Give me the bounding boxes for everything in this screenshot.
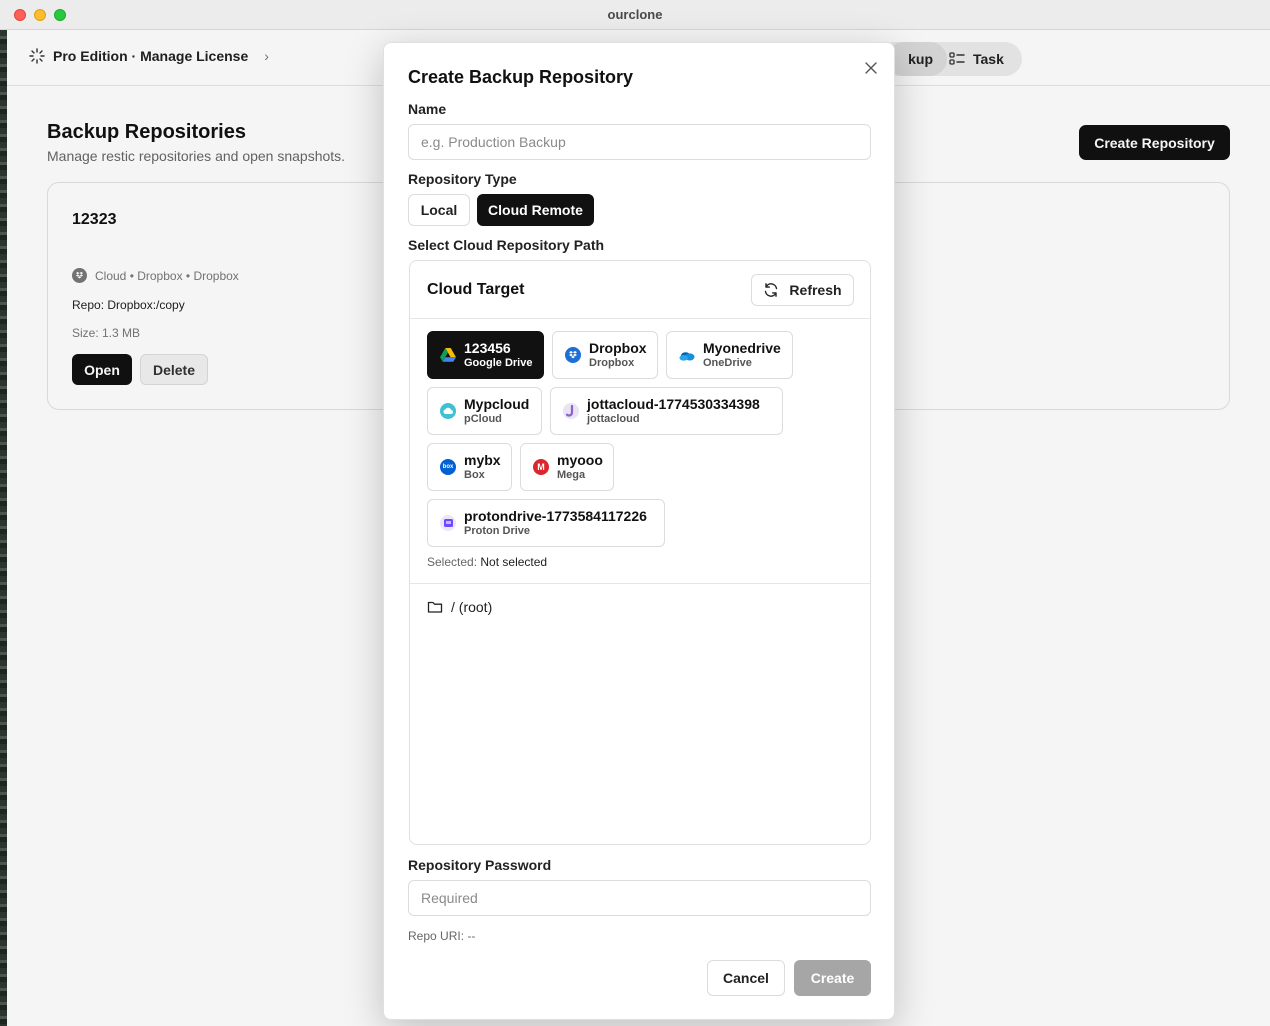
pcloud-icon [440, 403, 456, 419]
remote-name: mybx [464, 452, 501, 468]
create-repository-dialog: Create Backup Repository Name Repository… [383, 42, 895, 1020]
selected-value: Not selected [480, 555, 548, 569]
cloud-path-label: Select Cloud Repository Path [408, 237, 605, 253]
remote-name: Mypcloud [464, 396, 530, 412]
remote-name: Dropbox [589, 340, 647, 356]
remote-protondrive[interactable]: protondrive-1773584117226 Proton Drive [427, 499, 665, 547]
remote-type: Dropbox [589, 357, 635, 369]
cloud-target-title: Cloud Target [427, 281, 525, 298]
onedrive-icon [679, 347, 695, 363]
remote-name: jottacloud-1774530334398 [587, 396, 760, 412]
password-input[interactable] [408, 880, 871, 916]
remote-myooo[interactable]: M myooo Mega [520, 443, 614, 491]
desktop-background [0, 30, 7, 1026]
repo-uri: Repo URI: -- [408, 929, 476, 943]
minimize-window-button[interactable] [34, 9, 46, 21]
remote-myonedrive[interactable]: Myonedrive OneDrive [666, 331, 793, 379]
name-input[interactable] [408, 124, 871, 160]
refresh-button[interactable]: Refresh [751, 274, 854, 306]
repository-type-label: Repository Type [408, 171, 517, 187]
refresh-label: Refresh [789, 282, 842, 298]
remote-name: 123456 [464, 340, 511, 356]
remote-mypcloud[interactable]: Mypcloud pCloud [427, 387, 542, 435]
remote-type: Mega [557, 469, 586, 481]
cloud-target-header: Cloud Target Refresh [410, 261, 870, 319]
zoom-window-button[interactable] [54, 9, 66, 21]
remote-type: Box [464, 469, 485, 481]
remote-type: OneDrive [703, 357, 752, 369]
type-cloud-remote-button[interactable]: Cloud Remote [477, 194, 594, 226]
dialog-title: Create Backup Repository [408, 67, 634, 87]
mega-icon: M [533, 459, 549, 475]
name-label: Name [408, 101, 447, 117]
type-local-button[interactable]: Local [408, 194, 470, 226]
proton-drive-icon [440, 515, 456, 531]
title-bar: ourclone [0, 0, 1270, 30]
folder-root-item[interactable]: / (root) [427, 599, 492, 615]
remote-123456[interactable]: 123456 Google Drive [427, 331, 544, 379]
remote-type: jottacloud [587, 413, 640, 425]
remote-type: Google Drive [464, 357, 533, 369]
folder-root-label: / (root) [451, 599, 493, 615]
jottacloud-icon [563, 403, 579, 419]
remote-name: protondrive-1773584117226 [464, 508, 647, 524]
folder-icon [427, 601, 443, 613]
cancel-button[interactable]: Cancel [707, 960, 785, 996]
cloud-target-panel: Cloud Target Refresh 123456Google Drive [409, 260, 871, 845]
close-icon[interactable] [862, 59, 880, 77]
remote-type: Proton Drive [464, 525, 531, 537]
remote-dropbox[interactable]: Dropbox Dropbox [552, 331, 658, 379]
dropbox-icon [565, 347, 581, 363]
google-drive-icon [440, 347, 456, 363]
remote-mybx[interactable]: box mybx Box [427, 443, 512, 491]
remote-type: pCloud [464, 413, 502, 425]
password-label: Repository Password [408, 857, 552, 873]
window-title: ourclone [607, 7, 663, 22]
window-controls [14, 9, 66, 21]
remote-jottacloud[interactable]: jottacloud-1774530334398 jottacloud [550, 387, 783, 435]
selected-status: Selected: Not selected [427, 555, 547, 569]
divider [410, 583, 870, 584]
selected-label: Selected: [427, 555, 478, 569]
remote-name: myooo [557, 452, 603, 468]
create-button[interactable]: Create [794, 960, 871, 996]
refresh-icon [765, 283, 778, 297]
remote-name: Myonedrive [703, 340, 781, 356]
box-icon: box [440, 459, 456, 475]
close-window-button[interactable] [14, 9, 26, 21]
